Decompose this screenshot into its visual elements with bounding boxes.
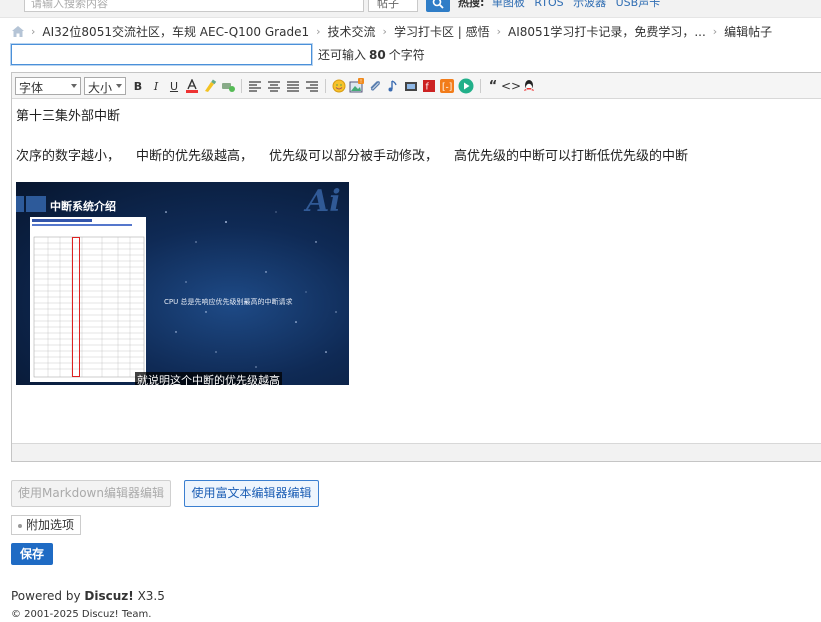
extra-options-label: 附加选项 — [26, 518, 75, 532]
flash-icon[interactable]: f — [421, 78, 437, 94]
counter-prefix: 还可输入 — [318, 48, 367, 62]
svg-text:!: ! — [360, 79, 362, 85]
slide-message: CPU 总是先响应优先级别最高的中断请求 — [164, 298, 293, 306]
search-type-select[interactable]: 帖子 — [368, 0, 418, 12]
hot-search-item[interactable]: 单图板 — [492, 0, 525, 9]
align-left-icon[interactable] — [247, 78, 263, 94]
content-text: 中断的优先级越高， — [136, 149, 254, 164]
powered-prefix: Powered by — [11, 589, 81, 603]
image-icon[interactable]: ! — [349, 78, 365, 94]
extra-options-toggle[interactable]: 附加选项 — [11, 515, 82, 535]
embedded-video-screenshot[interactable]: 中断系统介绍 Ai CPU 总是先响应优先级别最高的中断请求 就说明这个中断的优… — [16, 182, 349, 385]
top-search-input[interactable]: 请输入搜索内容 — [24, 0, 364, 12]
breadcrumb-item-section[interactable]: 技术交流 — [328, 23, 376, 40]
chevron-right-icon: › — [382, 24, 387, 38]
highlight-icon[interactable] — [202, 78, 218, 94]
play-icon[interactable] — [458, 78, 474, 94]
chevron-right-icon: › — [316, 24, 321, 38]
content-paragraph: 次序的数字越小， 中断的优先级越高， 优先级可以部分被手动修改， 高优先级的中断可以打… — [16, 145, 688, 164]
svg-text:[-]: [-] — [442, 83, 452, 93]
markdown-editor-button[interactable]: 使用Markdown编辑器编辑 — [11, 480, 171, 507]
char-counter: 还可输入 80 个字符 — [318, 46, 425, 63]
link-icon[interactable] — [220, 78, 236, 94]
hot-search-list: 热搜: 单图板 RTOS 示波器 USB声卡 — [458, 0, 666, 10]
counter-suffix: 个字符 — [388, 48, 425, 62]
bold-icon[interactable]: B — [130, 78, 146, 94]
editor-toolbar: 字体 大小 B I U ! f [-] “ <> — [12, 73, 821, 99]
align-center-icon[interactable] — [266, 78, 282, 94]
font-size-select[interactable]: 大小 — [84, 77, 126, 95]
subject-input[interactable] — [10, 43, 313, 66]
powered-by: Powered by Discuz! X3.5 — [11, 589, 165, 603]
align-right-icon[interactable] — [304, 78, 320, 94]
font-size-label: 大小 — [88, 81, 113, 95]
smiley-icon[interactable] — [331, 78, 347, 94]
richtext-editor-button[interactable]: 使用富文本编辑器编辑 — [184, 480, 319, 507]
toolbar-divider — [241, 79, 242, 93]
attachment-icon[interactable] — [367, 78, 383, 94]
slide-header-block — [26, 196, 46, 212]
chevron-right-icon: › — [712, 24, 718, 38]
rich-text-editor: 字体 大小 B I U ! f [-] “ <> 第十三集外部中断 次序的数字越… — [11, 72, 821, 462]
font-color-icon[interactable] — [184, 78, 200, 94]
search-button[interactable] — [426, 0, 450, 12]
toolbar-divider — [325, 79, 326, 93]
powered-version: X3.5 — [137, 589, 165, 603]
interrupt-table-image — [30, 217, 146, 382]
video-icon[interactable] — [403, 78, 419, 94]
code-icon[interactable]: <> — [501, 78, 521, 94]
content-text: 次序的数字越小， — [16, 149, 121, 164]
save-button[interactable]: 保存 — [11, 543, 53, 565]
align-justify-icon[interactable] — [285, 78, 301, 94]
hot-search-label: 热搜: — [458, 0, 485, 9]
breadcrumb-item-current: 编辑帖子 — [724, 24, 773, 39]
hot-search-item[interactable]: RTOS — [534, 0, 563, 9]
counter-value: 80 — [369, 48, 386, 62]
breadcrumb-item-thread[interactable]: AI8051学习打卡记录，免费学习，... — [508, 23, 706, 40]
font-family-label: 字体 — [19, 81, 44, 95]
breadcrumb: › AI32位8051交流社区，车规 AEC-Q100 Grade1 › 技术交… — [12, 22, 772, 40]
editor-resize-bar[interactable] — [12, 443, 821, 461]
top-search-bar: 请输入搜索内容 帖子 热搜: 单图板 RTOS 示波器 USB声卡 — [0, 0, 821, 18]
content-paragraph: 第十三集外部中断 — [16, 109, 121, 124]
breadcrumb-item-board[interactable]: 学习打卡区 | 感悟 — [394, 23, 490, 40]
breadcrumb-item-forum[interactable]: AI32位8051交流社区，车规 AEC-Q100 Grade1 — [42, 23, 309, 40]
quote-icon[interactable]: “ — [485, 78, 501, 94]
video-subtitle: 就说明这个中断的优先级越高 — [135, 372, 282, 385]
qq-icon[interactable] — [521, 78, 537, 94]
hot-search-item[interactable]: USB声卡 — [616, 0, 661, 9]
underline-icon[interactable]: U — [166, 78, 182, 94]
content-text: 优先级可以部分被手动修改， — [269, 149, 439, 164]
bullet-icon — [18, 523, 22, 528]
chevron-right-icon: › — [31, 24, 36, 38]
slide-title: 中断系统介绍 — [50, 200, 116, 213]
editor-content-area[interactable]: 第十三集外部中断 次序的数字越小， 中断的优先级越高， 优先级可以部分被手动修改， 高… — [12, 100, 821, 443]
search-icon — [432, 0, 444, 9]
chevron-down-icon — [71, 84, 77, 88]
slide-brand-logo: Ai — [306, 184, 341, 219]
chevron-down-icon — [116, 84, 122, 88]
italic-icon[interactable]: I — [148, 78, 164, 94]
font-family-select[interactable]: 字体 — [15, 77, 81, 95]
priority-column-highlight — [72, 237, 80, 377]
chevron-right-icon: › — [496, 24, 502, 38]
table-grid — [30, 217, 146, 382]
toolbar-divider — [480, 79, 481, 93]
slide-header-block — [16, 196, 24, 212]
content-text: 高优先级的中断可以打断低优先级的中断 — [454, 149, 689, 164]
powered-brand-link[interactable]: Discuz! — [84, 589, 133, 603]
hot-search-item[interactable]: 示波器 — [573, 0, 606, 9]
music-icon[interactable] — [385, 78, 401, 94]
code-bracket-icon[interactable]: [-] — [439, 78, 455, 94]
copyright: © 2001-2025 Discuz! Team. — [11, 609, 152, 620]
home-icon[interactable] — [12, 25, 24, 37]
